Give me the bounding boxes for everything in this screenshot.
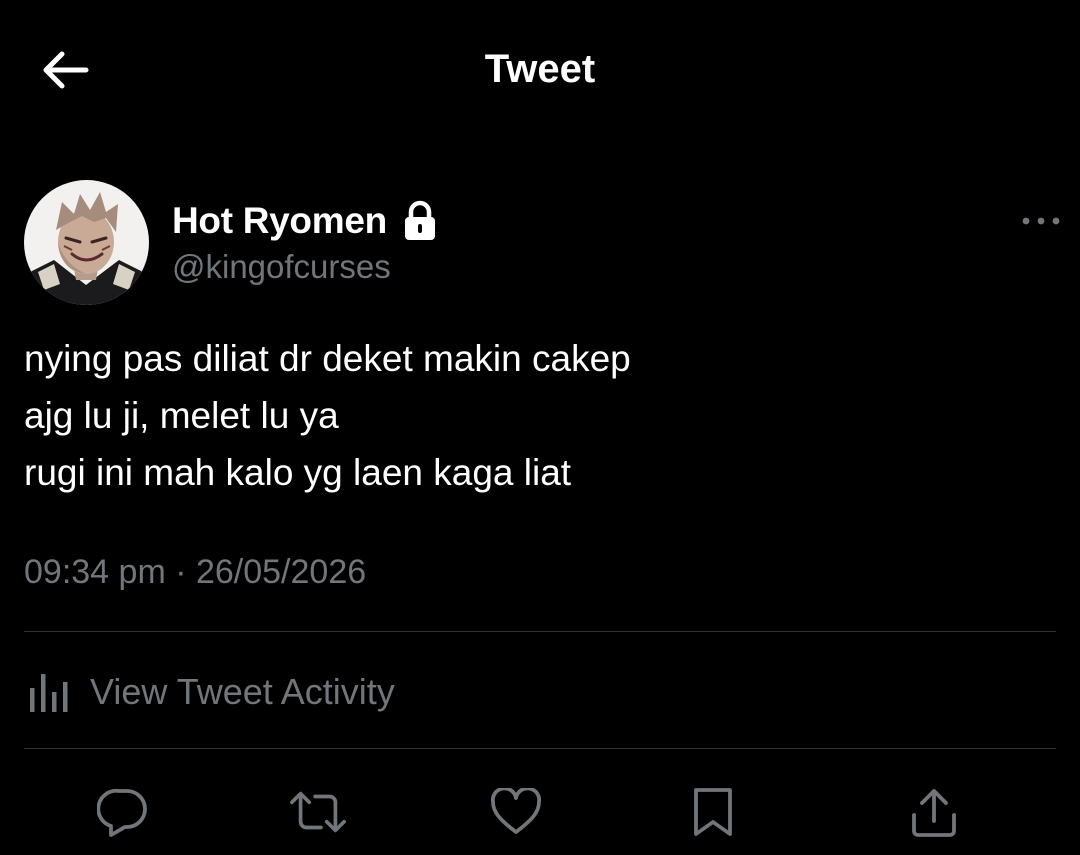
author-handle[interactable]: @kingofcurses [172, 248, 391, 286]
tweet-line: ajg lu ji, melet lu ya [24, 395, 339, 436]
avatar[interactable] [24, 180, 149, 305]
tweet-line: rugi ini mah kalo yg laen kaga liat [24, 452, 572, 493]
retweet-button[interactable] [288, 782, 348, 842]
share-icon [912, 789, 956, 837]
like-button[interactable] [486, 782, 546, 842]
reply-bubble-icon [97, 788, 147, 837]
page-title: Tweet [484, 47, 596, 91]
author-name-row: Hot Ryomen [172, 196, 439, 246]
tweet-text: nying pas diliat dr deket makin cakep aj… [24, 330, 1054, 501]
analytics-bars-icon [30, 674, 68, 712]
divider [24, 748, 1056, 749]
reply-button[interactable] [93, 782, 153, 842]
tweet-timestamp[interactable]: 09:34 pm · 26/05/2026 [24, 553, 366, 592]
view-tweet-activity-button[interactable]: View Tweet Activity [24, 660, 395, 724]
more-dots-icon [1022, 217, 1060, 225]
heart-icon [490, 788, 542, 834]
top-bar: Tweet [0, 0, 1080, 140]
bookmark-button[interactable] [683, 782, 743, 842]
avatar-image [24, 180, 149, 305]
tweet-line: nying pas diliat dr deket makin cakep [24, 338, 631, 379]
more-options-button[interactable] [1016, 205, 1066, 237]
share-button[interactable] [904, 782, 964, 842]
view-tweet-activity-label: View Tweet Activity [90, 671, 395, 712]
retweet-icon [290, 791, 346, 833]
bookmark-icon [694, 788, 732, 836]
divider [24, 631, 1056, 632]
lock-icon [401, 198, 439, 244]
display-name[interactable]: Hot Ryomen [172, 200, 387, 242]
